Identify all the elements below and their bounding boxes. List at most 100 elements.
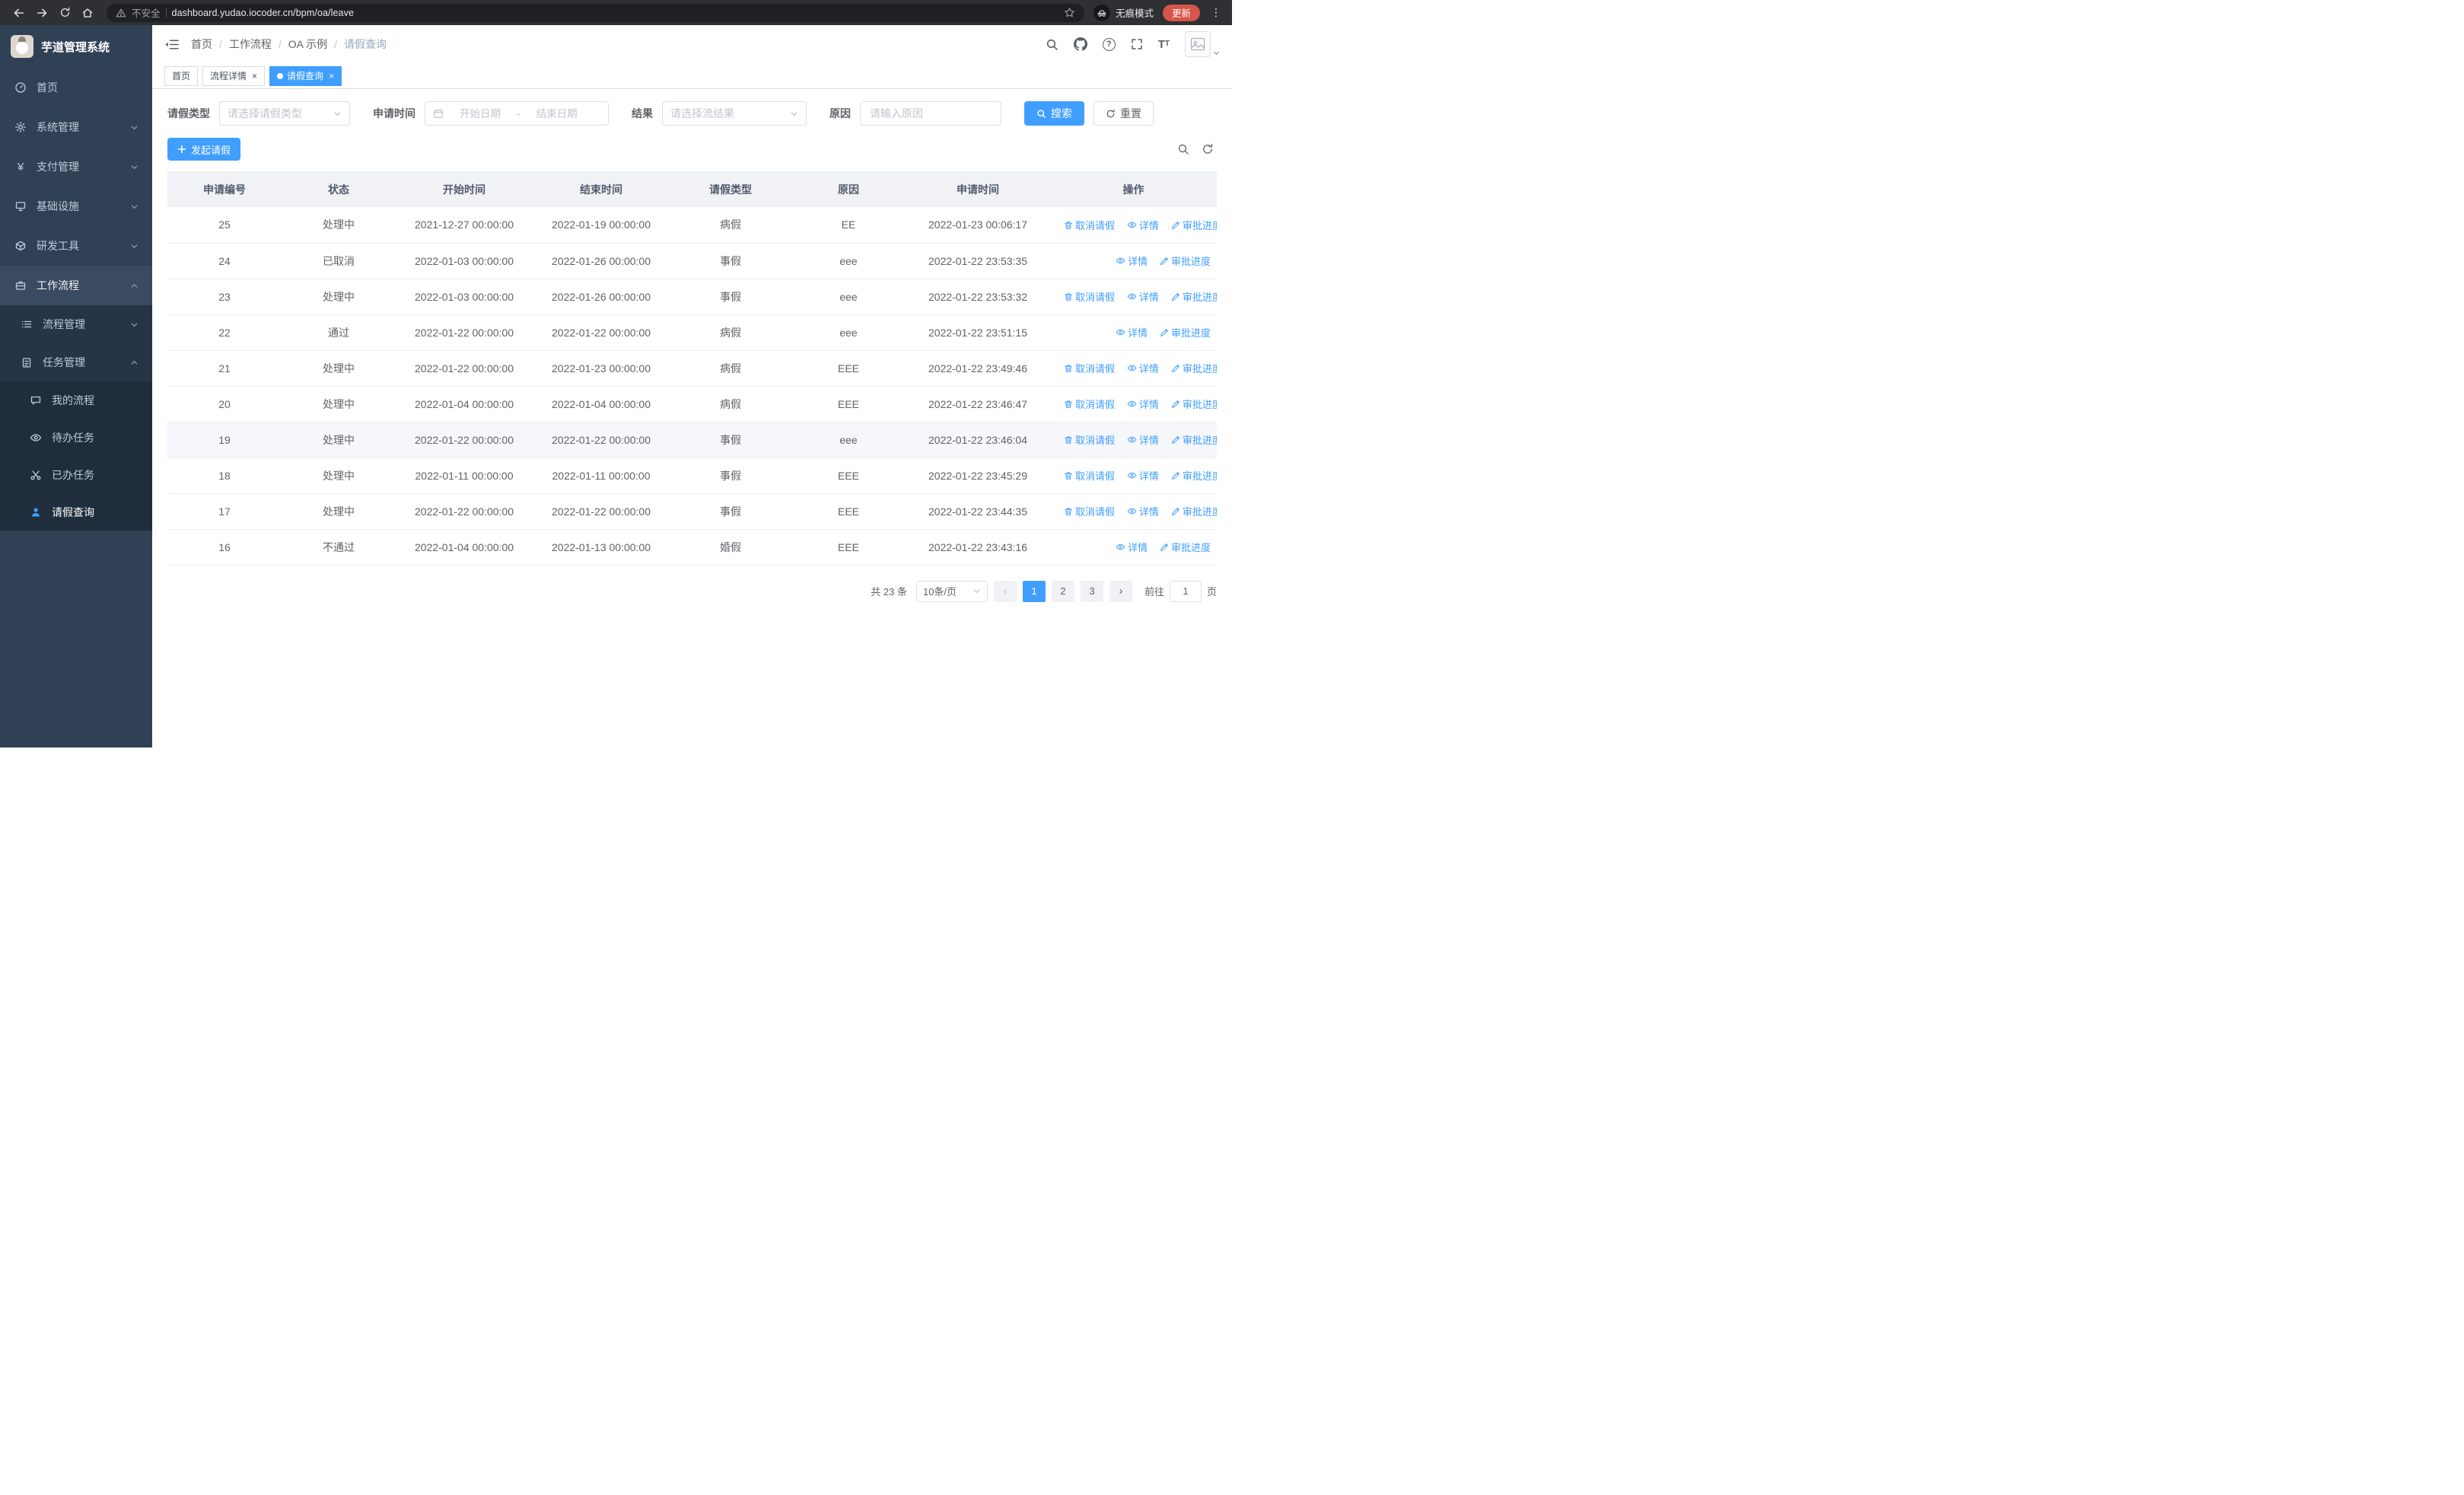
create-leave-button[interactable]: 发起请假 [167, 138, 241, 161]
browser-home-button[interactable] [78, 3, 97, 23]
sidebar-item-todo-tasks[interactable]: 待办任务 [0, 419, 152, 456]
edit-icon [1160, 257, 1169, 266]
sidebar-item-label: 流程管理 [43, 318, 85, 330]
end-date-input[interactable] [524, 107, 589, 120]
sidebar-item-infrastructure[interactable]: 基础设施 [0, 186, 152, 226]
url-bar[interactable]: 不安全 dashboard.yudao.iocoder.cn/bpm/oa/le… [107, 3, 1084, 22]
chevron-down-icon [130, 320, 138, 329]
table-row: 17 处理中 2022-01-22 00:00:00 2022-01-22 00… [167, 493, 1217, 530]
search-icon [1036, 109, 1046, 119]
close-icon[interactable]: × [329, 72, 334, 81]
start-date-input[interactable] [448, 107, 512, 120]
dashboard-icon [14, 81, 27, 94]
approval-progress-link[interactable]: 审批进度 [1160, 540, 1211, 554]
approval-progress-link[interactable]: 审批进度 [1160, 325, 1211, 339]
cell-reason: EEE [791, 386, 906, 422]
detail-link[interactable]: 详情 [1127, 432, 1159, 447]
page-size-select[interactable]: 10条/页 [915, 580, 988, 602]
approval-progress-link[interactable]: 审批进度 [1171, 468, 1217, 483]
detail-link[interactable]: 详情 [1127, 468, 1159, 483]
search-toggle-icon[interactable] [1177, 143, 1189, 155]
prev-page-button[interactable]: ‹ [993, 580, 1017, 602]
detail-link[interactable]: 详情 [1116, 253, 1148, 268]
help-icon[interactable]: ? [1102, 37, 1116, 51]
browser-refresh-button[interactable] [55, 3, 75, 23]
security-warning-label[interactable]: 不安全 [132, 5, 161, 20]
sidebar-item-payment-management[interactable]: ¥ 支付管理 [0, 147, 152, 186]
tab-process-detail[interactable]: 流程详情 × [202, 65, 266, 86]
sidebar-item-my-processes[interactable]: 我的流程 [0, 381, 152, 419]
approval-progress-link[interactable]: 审批进度 [1171, 361, 1217, 375]
tab-leave-query[interactable]: 请假查询 × [269, 65, 342, 86]
breadcrumb-item[interactable]: OA 示例 [288, 37, 327, 52]
cancel-leave-link[interactable]: 取消请假 [1064, 361, 1115, 375]
cell-apply-id: 25 [167, 207, 282, 244]
breadcrumb-item[interactable]: 首页 [191, 37, 212, 52]
url-text[interactable]: dashboard.yudao.iocoder.cn/bpm/oa/leave [172, 8, 1059, 18]
detail-link[interactable]: 详情 [1116, 540, 1148, 554]
sidebar-collapse-icon[interactable] [164, 38, 179, 51]
page-button-2[interactable]: 2 [1051, 580, 1074, 602]
cancel-leave-link[interactable]: 取消请假 [1064, 218, 1115, 232]
sidebar-item-done-tasks[interactable]: 已办任务 [0, 456, 152, 493]
user-menu[interactable] [1185, 31, 1220, 57]
edit-icon [1171, 221, 1180, 230]
sidebar-item-dev-tools[interactable]: 研发工具 [0, 226, 152, 266]
font-size-icon[interactable]: TT [1158, 39, 1170, 50]
active-tab-dot [277, 72, 284, 79]
page-button-3[interactable]: 3 [1080, 580, 1103, 602]
browser-forward-button[interactable] [32, 3, 52, 23]
approval-progress-link[interactable]: 审批进度 [1171, 289, 1217, 304]
approval-progress-link[interactable]: 审批进度 [1171, 397, 1217, 411]
chevron-down-icon [973, 587, 981, 595]
browser-update-button[interactable]: 更新 [1162, 4, 1200, 21]
detail-link[interactable]: 详情 [1127, 397, 1159, 411]
reset-button[interactable]: 重置 [1094, 101, 1154, 126]
approval-progress-link[interactable]: 审批进度 [1171, 432, 1217, 447]
cell-leave-type: 病假 [670, 350, 791, 387]
sidebar-item-home[interactable]: 首页 [0, 68, 152, 107]
bookmark-star-icon[interactable] [1064, 7, 1075, 18]
approval-progress-link[interactable]: 审批进度 [1171, 504, 1217, 518]
approval-progress-link[interactable]: 审批进度 [1171, 218, 1217, 232]
result-select[interactable]: 请选择流结果 [662, 101, 807, 126]
scissors-icon [29, 469, 43, 481]
refresh-table-icon[interactable] [1202, 143, 1214, 155]
detail-link[interactable]: 详情 [1127, 361, 1159, 375]
close-icon[interactable]: × [252, 72, 257, 81]
page-button-1[interactable]: 1 [1022, 580, 1046, 602]
detail-link[interactable]: 详情 [1116, 325, 1148, 339]
cancel-leave-link[interactable]: 取消请假 [1064, 289, 1115, 304]
sidebar-item-workflow[interactable]: 工作流程 [0, 266, 152, 305]
detail-link[interactable]: 详情 [1127, 289, 1159, 304]
fullscreen-icon[interactable] [1131, 38, 1143, 50]
detail-link[interactable]: 详情 [1127, 218, 1159, 232]
sidebar-item-leave-query[interactable]: 请假查询 [0, 493, 152, 531]
leave-type-select[interactable]: 请选择请假类型 [219, 101, 350, 126]
github-icon[interactable] [1073, 37, 1087, 51]
goto-page-input[interactable] [1169, 580, 1202, 602]
cell-start-time: 2022-01-04 00:00:00 [396, 386, 533, 422]
reason-input[interactable] [860, 101, 1001, 126]
tab-home[interactable]: 首页 [164, 65, 199, 86]
cancel-leave-link[interactable]: 取消请假 [1064, 432, 1115, 447]
browser-back-button[interactable] [9, 3, 29, 23]
sidebar-item-task-management[interactable]: 任务管理 [0, 343, 152, 381]
search-button[interactable]: 搜索 [1024, 101, 1084, 126]
cell-reason: EEE [791, 350, 906, 387]
cancel-leave-link[interactable]: 取消请假 [1064, 468, 1115, 483]
cancel-leave-link[interactable]: 取消请假 [1064, 504, 1115, 518]
next-page-button[interactable]: › [1109, 580, 1132, 602]
sidebar-item-label: 支付管理 [37, 161, 79, 173]
sidebar-item-system-management[interactable]: 系统管理 [0, 107, 152, 147]
trash-icon [1064, 221, 1073, 230]
breadcrumb-item[interactable]: 工作流程 [229, 37, 272, 52]
detail-link[interactable]: 详情 [1127, 504, 1159, 518]
sidebar-item-process-management[interactable]: 流程管理 [0, 305, 152, 343]
browser-menu-icon[interactable]: ⋮ [1209, 6, 1223, 19]
search-icon[interactable] [1046, 38, 1059, 51]
date-range-picker[interactable]: - [425, 101, 609, 126]
cancel-leave-link[interactable]: 取消请假 [1064, 397, 1115, 411]
cell-leave-type: 病假 [670, 314, 791, 351]
approval-progress-link[interactable]: 审批进度 [1160, 253, 1211, 268]
